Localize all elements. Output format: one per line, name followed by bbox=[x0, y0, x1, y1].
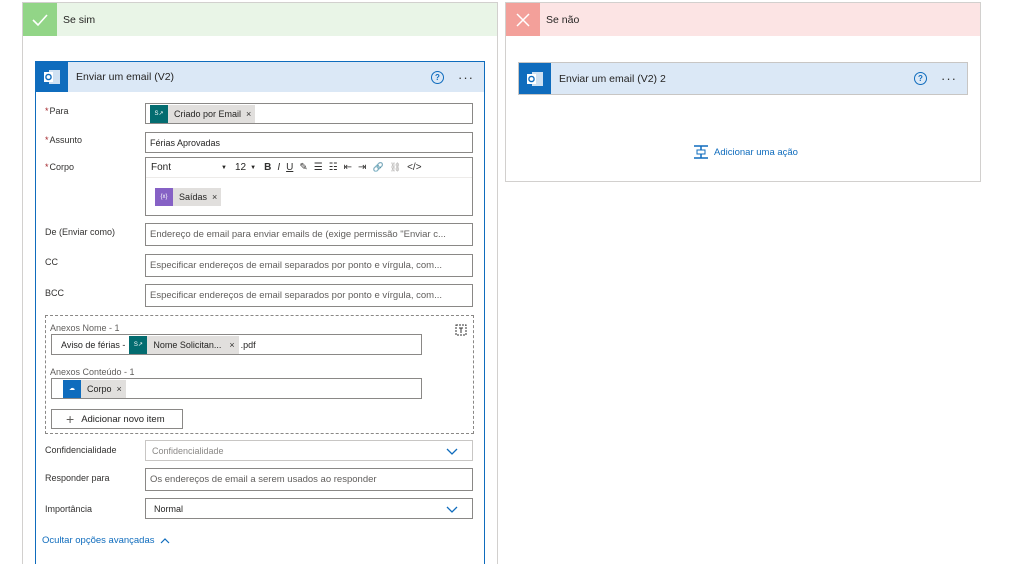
size-select[interactable]: 12 ▼ bbox=[235, 162, 256, 173]
attachment-content-label: Anexos Conteúdo - 1 bbox=[50, 367, 135, 377]
subject-field[interactable]: Férias Aprovadas bbox=[145, 132, 473, 153]
editor-toolbar: Font ▼ 12 ▼ B I U ✎ ☰ ☷ ⇤ ⇥ 🔗 ⛓ </> bbox=[146, 158, 472, 178]
add-action-link[interactable]: Adicionar uma ação bbox=[693, 145, 798, 159]
remove-token-icon[interactable]: × bbox=[246, 109, 251, 119]
hide-advanced-options-link[interactable]: Ocultar opções avançadas bbox=[42, 535, 170, 546]
attachment-name-token[interactable]: S↗ Nome Solicitan... × bbox=[129, 335, 239, 354]
underline-icon[interactable]: U bbox=[286, 162, 293, 173]
sensitivity-label: Confidencialidade bbox=[45, 445, 117, 455]
plus-icon: + bbox=[66, 411, 75, 427]
remove-token-icon[interactable]: × bbox=[117, 384, 122, 394]
attachment-name-label: Anexos Nome - 1 bbox=[50, 323, 120, 333]
variable-icon: {x} bbox=[155, 188, 173, 206]
chevron-down-icon bbox=[446, 506, 458, 513]
to-field[interactable]: S↗ Criado por Email × bbox=[145, 103, 473, 124]
reply-to-label: Responder para bbox=[45, 473, 110, 483]
sharepoint-icon: S↗ bbox=[150, 104, 168, 123]
attachment-content-token[interactable]: ☁ Corpo × bbox=[63, 379, 126, 398]
code-view-icon[interactable]: </> bbox=[407, 162, 421, 173]
add-new-item-button[interactable]: + Adicionar novo item bbox=[51, 409, 183, 429]
reply-to-field[interactable]: Os endereços de email a serem usados ao … bbox=[145, 468, 473, 491]
body-label: *Corpo bbox=[45, 162, 75, 172]
highlight-icon[interactable]: ✎ bbox=[299, 162, 307, 173]
sharepoint-icon: S↗ bbox=[129, 335, 148, 354]
outlook-icon bbox=[519, 63, 551, 94]
font-select[interactable]: Font ▼ bbox=[151, 162, 227, 173]
importance-dropdown[interactable]: Normal bbox=[145, 498, 473, 519]
attachment-name-prefix: Aviso de férias - bbox=[61, 339, 126, 350]
attachment-content-field[interactable]: ☁ Corpo × bbox=[51, 378, 422, 399]
chevron-down-icon bbox=[446, 448, 458, 455]
bullet-list-icon[interactable]: ☰ bbox=[314, 162, 323, 173]
more-options-icon[interactable]: ··· bbox=[458, 71, 474, 84]
action-title: Enviar um email (V2) bbox=[76, 71, 175, 83]
more-options-icon[interactable]: ··· bbox=[941, 72, 957, 85]
remove-token-icon[interactable]: × bbox=[212, 192, 217, 202]
chevron-up-icon bbox=[161, 537, 170, 543]
attachment-name-suffix: .pdf bbox=[240, 339, 256, 350]
branch-yes-header[interactable]: Se sim bbox=[23, 3, 497, 36]
decrease-indent-icon[interactable]: ⇤ bbox=[344, 162, 352, 173]
chevron-down-icon: ▼ bbox=[221, 164, 227, 171]
cloud-icon: ☁ bbox=[63, 379, 81, 398]
chevron-down-icon: ▼ bbox=[250, 164, 257, 171]
unlink-icon[interactable]: ⛓ bbox=[390, 162, 401, 173]
cc-field[interactable]: Especificar endereços de email separados… bbox=[145, 254, 473, 277]
add-action-icon bbox=[694, 145, 708, 159]
action-card-header[interactable]: Enviar um email (V2) 2 ? ··· bbox=[519, 63, 967, 94]
attachments-group: Anexos Nome - 1 Aviso de férias - S↗ Nom… bbox=[45, 315, 474, 434]
from-field[interactable]: Endereço de email para enviar emails de … bbox=[145, 223, 473, 246]
attachment-name-field[interactable]: Aviso de férias - S↗ Nome Solicitan... ×… bbox=[51, 334, 422, 355]
help-icon[interactable]: ? bbox=[914, 72, 927, 85]
importance-label: Importância bbox=[45, 504, 93, 514]
remove-token-icon[interactable]: × bbox=[229, 340, 234, 350]
branch-no-title: Se não bbox=[546, 13, 580, 26]
link-icon[interactable]: 🔗 bbox=[372, 162, 383, 173]
numbered-list-icon[interactable]: ☷ bbox=[329, 162, 338, 173]
check-icon bbox=[23, 3, 57, 36]
action-card-header[interactable]: Enviar um email (V2) ? ··· bbox=[36, 62, 484, 92]
action-title: Enviar um email (V2) 2 bbox=[559, 72, 666, 85]
increase-indent-icon[interactable]: ⇥ bbox=[358, 162, 366, 173]
cc-label: CC bbox=[45, 257, 58, 267]
sensitivity-dropdown[interactable]: Confidencialidade bbox=[145, 440, 473, 461]
bold-icon[interactable]: B bbox=[264, 162, 271, 173]
italic-icon[interactable]: I bbox=[277, 162, 280, 173]
branch-yes-title: Se sim bbox=[63, 13, 96, 26]
branch-no-header[interactable]: Se não bbox=[506, 3, 980, 36]
to-token[interactable]: S↗ Criado por Email × bbox=[150, 104, 256, 123]
body-token[interactable]: {x} Saídas × bbox=[155, 188, 222, 206]
switch-input-mode-icon[interactable] bbox=[455, 324, 467, 339]
body-editor[interactable]: Font ▼ 12 ▼ B I U ✎ ☰ ☷ ⇤ ⇥ 🔗 ⛓ </> {x} Sa… bbox=[145, 157, 473, 216]
action-card-send-email-2[interactable]: Enviar um email (V2) 2 ? ··· bbox=[518, 62, 968, 95]
subject-label: *Assunto bbox=[45, 135, 83, 145]
from-label: De (Enviar como) bbox=[45, 227, 116, 237]
outlook-icon bbox=[36, 62, 68, 92]
bcc-label: BCC bbox=[45, 288, 65, 298]
to-label: *Para bbox=[45, 106, 69, 116]
bcc-field[interactable]: Especificar endereços de email separados… bbox=[145, 284, 473, 307]
close-icon bbox=[506, 3, 540, 36]
help-icon[interactable]: ? bbox=[431, 70, 444, 84]
